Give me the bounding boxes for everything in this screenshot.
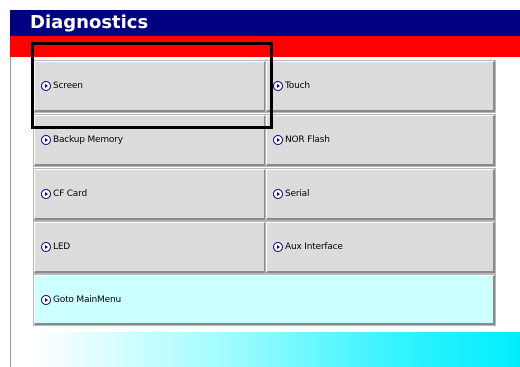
circle-arrow-right-icon <box>273 135 283 145</box>
footer-gradient <box>34 332 520 367</box>
serial-button[interactable]: Serial <box>265 168 496 221</box>
screen-button[interactable]: Screen <box>33 60 267 113</box>
aux-interface-button[interactable]: Aux Interface <box>265 221 496 274</box>
circle-arrow-right-icon <box>41 81 51 91</box>
cf-card-button[interactable]: CF Card <box>33 168 267 221</box>
diagnostics-window: Diagnostics Screen Touch Backup Memory N… <box>0 0 520 367</box>
touch-button[interactable]: Touch <box>265 60 496 113</box>
backup-memory-button[interactable]: Backup Memory <box>33 114 267 167</box>
nor-flash-button-label: NOR Flash <box>285 135 330 145</box>
circle-arrow-right-icon <box>273 81 283 91</box>
cf-card-button-label: CF Card <box>53 189 87 199</box>
screen-button-label: Screen <box>53 81 83 91</box>
left-divider <box>10 57 11 367</box>
circle-arrow-right-icon <box>41 294 51 305</box>
led-button[interactable]: LED <box>33 221 267 274</box>
circle-arrow-right-icon <box>273 242 283 252</box>
circle-arrow-right-icon <box>41 189 51 199</box>
touch-button-label: Touch <box>285 81 310 91</box>
aux-interface-button-label: Aux Interface <box>285 242 343 252</box>
backup-memory-button-label: Backup Memory <box>53 135 123 145</box>
goto-mainmenu-button[interactable]: Goto MainMenu <box>33 274 496 326</box>
serial-button-label: Serial <box>285 189 310 199</box>
circle-arrow-right-icon <box>273 189 283 199</box>
circle-arrow-right-icon <box>41 135 51 145</box>
nor-flash-button[interactable]: NOR Flash <box>265 114 496 167</box>
circle-arrow-right-icon <box>41 242 51 252</box>
page-title: Diagnostics <box>10 10 520 36</box>
led-button-label: LED <box>53 242 71 252</box>
header-band <box>10 36 520 57</box>
goto-mainmenu-button-label: Goto MainMenu <box>53 294 121 305</box>
